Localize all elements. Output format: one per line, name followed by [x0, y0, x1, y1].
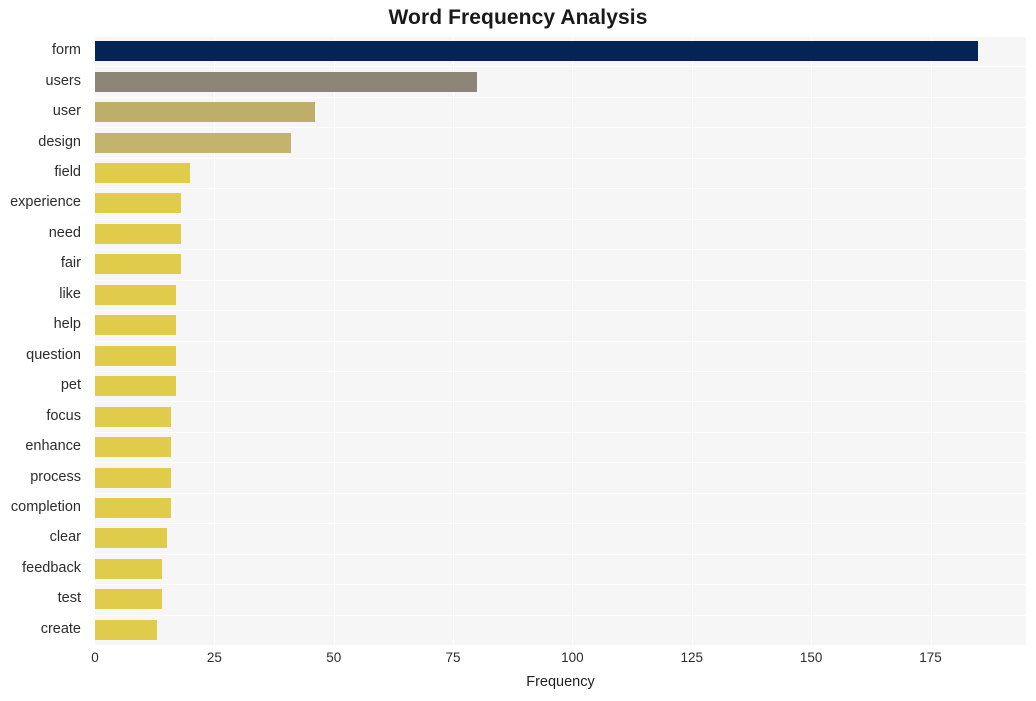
x-axis-tick-label: 100 [561, 650, 584, 665]
gridline-horizontal [95, 310, 1026, 312]
y-axis-tick-label: design [38, 133, 81, 150]
gridline-horizontal [95, 157, 1026, 159]
gridline-horizontal [95, 249, 1026, 251]
bar [95, 223, 181, 244]
gridline-horizontal [95, 370, 1026, 372]
bar [95, 558, 162, 579]
y-axis-tick-label: focus [46, 407, 81, 424]
y-axis-tick-label: users [45, 72, 81, 89]
y-axis-tick-label: create [40, 620, 81, 637]
y-axis-tick-labels: form users user design field experience need fa… [0, 36, 88, 645]
gridline-horizontal [95, 462, 1026, 464]
gridline-horizontal [95, 553, 1026, 555]
x-axis-tick-label: 150 [799, 650, 823, 665]
y-axis-tick-label: form [52, 42, 81, 59]
y-axis-tick-label: like [59, 285, 81, 302]
gridline-horizontal [95, 279, 1026, 281]
plot-area [95, 36, 1026, 646]
gridline-horizontal [95, 431, 1026, 433]
bar [95, 41, 979, 62]
page-title: Word Frequency Analysis [388, 6, 648, 29]
y-axis-tick-label: experience [10, 194, 81, 211]
y-axis-tick-label: need [48, 224, 81, 241]
bar [95, 528, 167, 549]
y-axis-tick-label: field [54, 164, 81, 181]
bar [95, 589, 162, 610]
y-axis-tick-label: feedback [22, 559, 81, 576]
x-axis-tick-label: 175 [919, 650, 942, 665]
bar [95, 437, 172, 458]
bar [95, 102, 315, 123]
gridline-horizontal [95, 523, 1026, 525]
bar [95, 345, 177, 366]
y-axis-tick-label: fair [60, 255, 81, 272]
gridline-horizontal [95, 96, 1026, 98]
y-axis-tick-label: user [52, 103, 81, 120]
bar [95, 406, 172, 427]
bar [95, 376, 177, 397]
bar [95, 315, 177, 336]
bar [95, 71, 477, 92]
bar [95, 132, 291, 153]
x-axis-tick-label: 0 [91, 650, 99, 665]
gridline-horizontal [95, 645, 1026, 646]
y-axis-tick-label: help [53, 316, 81, 333]
bar [95, 254, 181, 275]
y-axis-tick-label: pet [60, 377, 81, 394]
gridline-horizontal [95, 340, 1026, 342]
y-axis-tick-label: test [57, 590, 81, 607]
chart-figure: Word Frequency Analysis form users user des… [0, 0, 1036, 701]
gridline-horizontal [95, 584, 1026, 586]
x-axis-tick-label: 25 [206, 650, 222, 665]
bar [95, 284, 177, 305]
gridline-horizontal [95, 66, 1026, 68]
bar [95, 193, 181, 214]
y-axis-tick-label: enhance [25, 438, 81, 455]
y-axis-tick-label: completion [10, 498, 81, 515]
gridline-horizontal [95, 36, 1026, 37]
y-axis-tick-label: process [30, 468, 81, 485]
bar [95, 497, 172, 518]
gridline-horizontal [95, 401, 1026, 403]
gridline-horizontal [95, 492, 1026, 494]
x-axis-label: Frequency [526, 674, 595, 690]
y-axis-tick-label: clear [49, 529, 81, 546]
x-axis-tick-label: 75 [445, 650, 461, 665]
bar [95, 467, 172, 488]
bar [95, 163, 191, 184]
y-axis-tick-label: question [26, 346, 81, 363]
gridline-horizontal [95, 614, 1026, 616]
bar [95, 619, 158, 640]
x-axis-tick-label: 125 [680, 650, 704, 665]
gridline-horizontal [95, 188, 1026, 190]
x-axis-tick-label: 50 [326, 650, 342, 665]
gridline-horizontal [95, 127, 1026, 129]
gridline-horizontal [95, 218, 1026, 220]
